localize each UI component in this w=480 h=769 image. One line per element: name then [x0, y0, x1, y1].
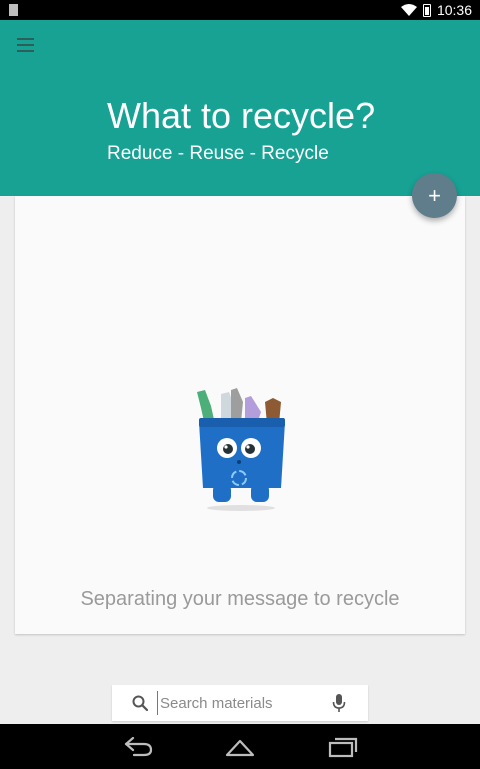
microphone-icon[interactable]: [332, 694, 346, 712]
status-time: 10:36: [436, 2, 472, 18]
navigation-bar: [0, 724, 480, 769]
status-icons: 10:36: [400, 0, 472, 20]
add-button[interactable]: +: [412, 173, 457, 218]
status-bar: 10:36: [0, 0, 480, 20]
recent-apps-icon[interactable]: [327, 736, 359, 758]
search-input[interactable]: [157, 691, 322, 715]
app-bar: What to recycle? Reduce - Reuse - Recycl…: [0, 20, 480, 196]
page-title: What to recycle?: [107, 95, 376, 136]
menu-icon[interactable]: [17, 38, 34, 52]
empty-state-message: Separating your message to recycle: [80, 588, 400, 610]
back-icon[interactable]: [122, 736, 154, 758]
search-box: [112, 685, 368, 721]
wifi-icon: [400, 4, 417, 16]
battery-icon: [422, 3, 431, 17]
content-card: Separating your message to recycle: [15, 196, 465, 634]
home-icon[interactable]: [224, 736, 256, 758]
notification-icon: [9, 4, 18, 16]
recycle-bin-mascot: [197, 388, 285, 511]
add-icon: +: [428, 182, 441, 208]
search-icon: [132, 695, 148, 711]
page-subtitle: Reduce - Reuse - Recycle: [107, 143, 329, 164]
